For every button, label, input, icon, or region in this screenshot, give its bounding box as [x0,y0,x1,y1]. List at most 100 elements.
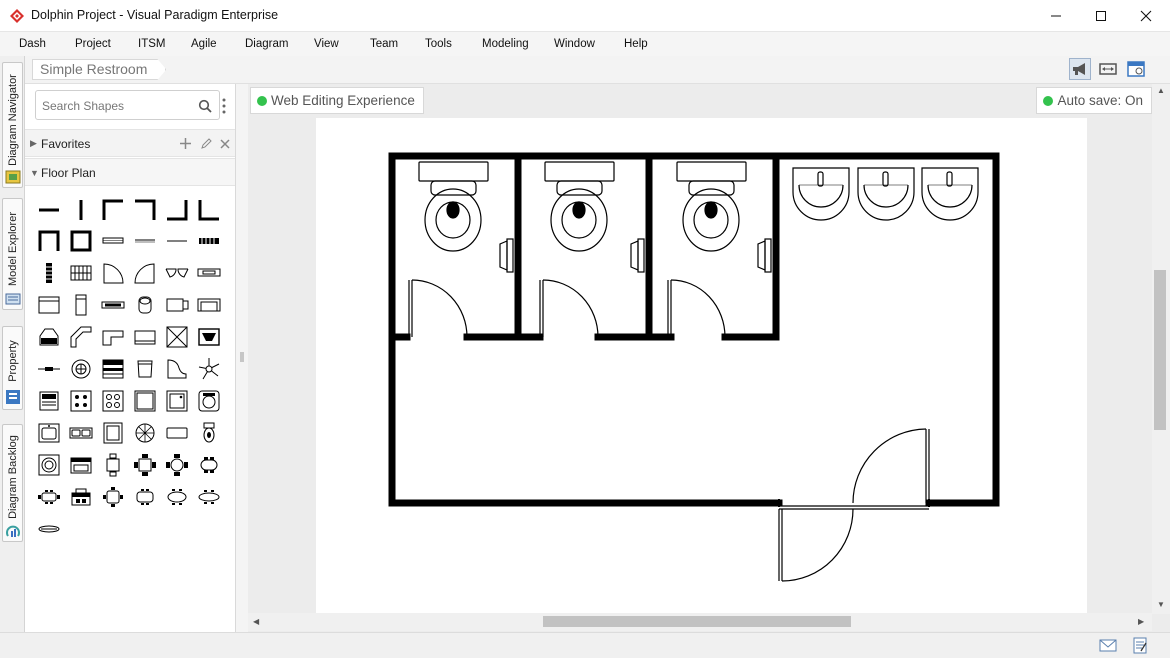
bed-shape[interactable] [67,483,95,511]
scroll-right-icon[interactable]: ▶ [1138,617,1144,626]
conference-table-shape[interactable] [131,483,159,511]
wall-shape[interactable] [35,196,63,224]
chair-shape[interactable] [131,355,159,383]
stall-door-3[interactable] [667,279,726,338]
round-sink-shape[interactable] [35,451,63,479]
notes-icon[interactable] [1133,637,1147,654]
door-reverse-shape[interactable] [131,259,159,287]
opening-shape[interactable] [163,227,191,255]
oven-shape[interactable] [67,451,95,479]
fit-diagram-button[interactable] [1097,58,1119,80]
stove-shape[interactable] [35,387,63,415]
search-icon[interactable] [198,99,212,113]
double-sink-shape[interactable] [67,419,95,447]
shower-shape[interactable] [99,419,127,447]
menu-modeling[interactable]: Modeling [482,38,529,50]
announcement-button[interactable] [1069,58,1091,80]
bench-shape[interactable] [163,419,191,447]
wall-corner-shape[interactable] [163,196,191,224]
dining-table-six-shape[interactable] [35,483,63,511]
stairs-grid-shape[interactable] [67,259,95,287]
corner-desk-shape[interactable] [99,323,127,351]
diagram-properties-button[interactable] [1125,58,1147,80]
panel-splitter[interactable] [236,84,248,632]
sink-3[interactable] [921,167,979,221]
autosave-badge[interactable]: Auto save: On [1036,87,1152,114]
plant-round-shape[interactable] [67,355,95,383]
sink-1[interactable] [792,167,850,221]
room-shape[interactable] [67,227,95,255]
minimize-button[interactable] [1033,0,1079,31]
menu-view[interactable]: View [314,38,339,50]
long-oval-table-shape[interactable] [195,483,223,511]
cooktop-shape[interactable] [67,387,95,415]
double-door-shape[interactable] [163,259,191,287]
bookshelf-shape[interactable] [99,355,127,383]
more-options-icon[interactable] [222,98,226,114]
category-floor-plan[interactable]: ▼ Floor Plan [25,158,235,186]
sliding-door-shape[interactable] [195,259,223,287]
edit-icon[interactable] [200,138,212,150]
oval-table-shape[interactable] [195,451,223,479]
vertical-scroll-thumb[interactable] [1154,270,1166,430]
stall-door-1[interactable] [408,279,468,338]
washer-shape[interactable] [195,387,223,415]
scroll-up-icon[interactable]: ▲ [1157,86,1165,95]
menu-help[interactable]: Help [624,38,648,50]
toilet-3[interactable] [676,161,772,273]
breadcrumb[interactable]: Simple Restroom [32,59,166,80]
close-button[interactable] [1123,0,1169,31]
crossed-box-shape[interactable] [163,323,191,351]
dishwasher-shape[interactable] [163,387,191,415]
horizontal-scrollbar[interactable]: ◀ ▶ [248,613,1152,631]
menu-dash[interactable]: Dash [19,38,46,50]
wall-corner-shape[interactable] [131,196,159,224]
refrigerator-shape[interactable] [131,387,159,415]
rug-shape[interactable] [35,515,63,543]
l-counter-shape[interactable] [67,323,95,351]
restroom-floor-plan[interactable] [316,118,1087,613]
piano-shape[interactable] [163,355,191,383]
stool-shape[interactable] [131,291,159,319]
tab-property[interactable]: Property [2,326,23,410]
entrance-door[interactable] [778,428,930,582]
counter-shape[interactable] [99,291,127,319]
stall-door-2[interactable] [539,279,599,338]
window-shape[interactable] [99,227,127,255]
web-editing-badge[interactable]: Web Editing Experience [250,87,424,114]
wall-vertical-shape[interactable] [67,196,95,224]
mail-icon[interactable] [1099,639,1117,652]
round-table-shape[interactable] [131,419,159,447]
bathtub-shape[interactable] [35,323,63,351]
range-shape[interactable] [99,387,127,415]
door-shape[interactable] [99,259,127,287]
toilet-2[interactable] [544,161,645,273]
tab-diagram-backlog[interactable]: Diagram Backlog [2,424,23,542]
vertical-scrollbar[interactable]: ▲ ▼ [1152,84,1170,614]
oval-conference-shape[interactable] [163,483,191,511]
wall-u-shape[interactable] [35,227,63,255]
plant-shape[interactable] [195,355,223,383]
tab-diagram-navigator[interactable]: Diagram Navigator [2,62,23,188]
sink-cabinet-shape[interactable] [195,323,223,351]
sofa-shape[interactable] [195,291,223,319]
menu-diagram[interactable]: Diagram [245,38,288,50]
menu-tools[interactable]: Tools [425,38,452,50]
toilet-shape[interactable] [195,419,223,447]
stairs-vertical-shape[interactable] [35,259,63,287]
shelf-shape[interactable] [35,355,63,383]
window-thin-shape[interactable] [131,227,159,255]
add-icon[interactable] [180,138,191,149]
scroll-left-icon[interactable]: ◀ [253,617,259,626]
kitchen-sink-shape[interactable] [35,419,63,447]
diagram-canvas[interactable]: Web Editing Experience Auto save: On [248,84,1170,632]
search-box[interactable] [35,90,220,120]
desk-shape[interactable] [131,323,159,351]
category-favorites[interactable]: ▶ Favorites [25,129,235,157]
menu-agile[interactable]: Agile [191,38,217,50]
menu-itsm[interactable]: ITSM [138,38,165,50]
menu-project[interactable]: Project [75,38,111,50]
sink-2[interactable] [857,167,915,221]
wall-corner-shape[interactable] [99,196,127,224]
scroll-down-icon[interactable]: ▼ [1157,600,1165,609]
